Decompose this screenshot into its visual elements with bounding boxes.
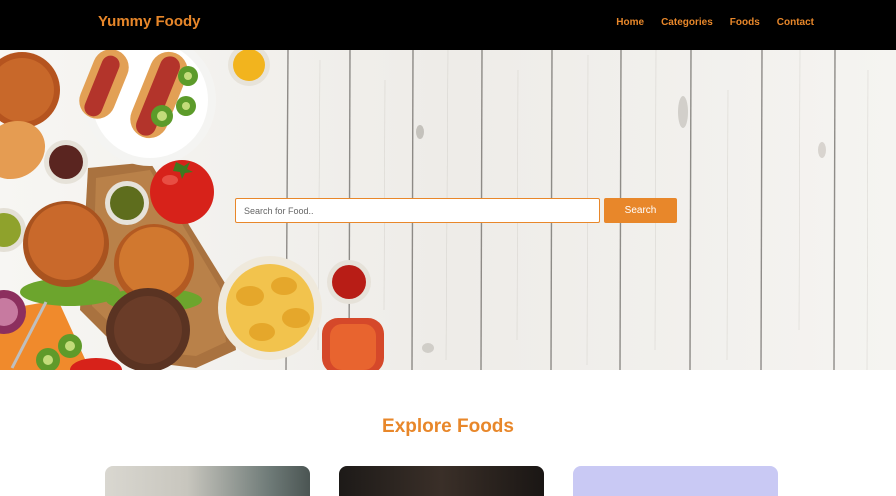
nav-link-home[interactable]: Home: [616, 17, 644, 28]
search-input[interactable]: [235, 198, 600, 223]
navbar: Yummy Foody Home Categories Foods Contac…: [0, 0, 896, 50]
nav-menu: Home Categories Foods Contact: [616, 17, 814, 28]
nav-link-foods[interactable]: Foods: [730, 17, 760, 28]
explore-foods-heading: Explore Foods: [382, 416, 514, 437]
search-bar: Search: [235, 198, 677, 223]
nav-link-categories[interactable]: Categories: [661, 17, 713, 28]
nav-link-contact[interactable]: Contact: [777, 17, 814, 28]
food-card-2[interactable]: [339, 466, 544, 496]
search-button[interactable]: Search: [604, 198, 677, 223]
food-card-1[interactable]: [105, 466, 310, 496]
hero-banner: Search: [0, 50, 896, 370]
food-card-3[interactable]: [573, 466, 778, 496]
brand-logo[interactable]: Yummy Foody: [98, 13, 201, 30]
